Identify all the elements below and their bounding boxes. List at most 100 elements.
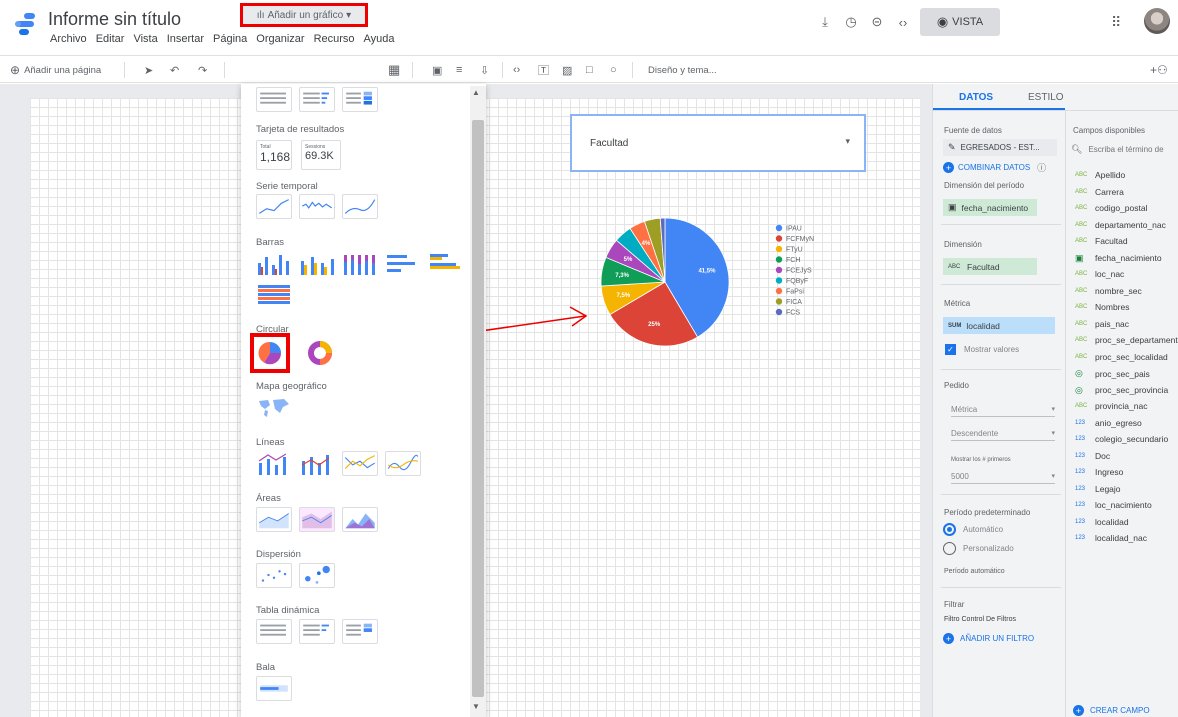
add-control-icon[interactable]: ▦ — [388, 61, 400, 79]
combo-chart-thumb[interactable] — [256, 451, 292, 476]
tab-style[interactable]: ESTILO — [1028, 92, 1064, 103]
grouped-bar-thumb[interactable] — [428, 251, 464, 276]
select-cursor-icon[interactable]: ➤ — [144, 61, 153, 79]
timeseries-thumb[interactable] — [256, 194, 292, 219]
field-item[interactable]: ABC departamento_nac — [1075, 220, 1166, 230]
order-direction-select[interactable]: Descendente ▾ — [951, 426, 1055, 441]
line-chart-thumb[interactable] — [342, 451, 378, 476]
field-search[interactable]: 🔍︎ — [1071, 141, 1178, 157]
area-chart-thumb[interactable] — [256, 507, 292, 532]
table-chart-thumb[interactable] — [256, 87, 292, 112]
data-studio-logo-icon[interactable] — [14, 11, 36, 37]
percent-area-thumb[interactable] — [342, 507, 378, 532]
scorecard-compact-thumb[interactable]: Sessions 69.3K — [301, 140, 341, 170]
field-item[interactable]: ABC Carrera — [1075, 187, 1124, 197]
tab-data[interactable]: DATOS — [959, 92, 993, 103]
filter-control[interactable]: Facultad ▾ — [570, 114, 866, 172]
sparkline-thumb[interactable] — [299, 194, 335, 219]
field-item[interactable]: 123 Doc — [1075, 451, 1110, 461]
scroll-up-icon[interactable]: ▲ — [472, 88, 480, 97]
stacked-column-thumb[interactable] — [342, 251, 378, 276]
field-item[interactable]: ABC Facultad — [1075, 236, 1128, 246]
stacked-bar-thumb[interactable] — [256, 282, 292, 307]
history-icon[interactable]: ◷ — [838, 12, 864, 32]
add-filter-button[interactable]: + AÑADIR UN FILTRO — [943, 633, 1034, 644]
combine-data-button[interactable]: + COMBINAR DATOS ⓘ — [943, 161, 1046, 174]
redo-icon[interactable]: ↷ — [198, 61, 207, 79]
field-item[interactable]: 123 anio_egreso — [1075, 418, 1142, 428]
circle-icon[interactable]: ○ — [610, 61, 617, 79]
order-metric-select[interactable]: Métrica ▾ — [951, 402, 1055, 417]
link-icon[interactable]: ⊝ — [864, 12, 890, 32]
menu-editar[interactable]: Editar — [96, 33, 125, 45]
download-icon[interactable]: ⤓ — [812, 12, 838, 32]
show-values-checkbox[interactable]: ✓ Mostrar valores — [945, 344, 1019, 355]
pivot-bars-thumb[interactable] — [299, 619, 335, 644]
avatar[interactable] — [1144, 8, 1170, 34]
data-control-icon[interactable]: ⇩ — [480, 61, 489, 79]
pivot-table-thumb[interactable] — [256, 619, 292, 644]
menu-insertar[interactable]: Insertar — [167, 33, 204, 45]
menu-archivo[interactable]: Archivo — [50, 33, 87, 45]
pie-chart-option[interactable] — [250, 333, 290, 373]
rectangle-icon[interactable]: □ — [586, 61, 593, 79]
url-embed-icon[interactable]: ‹› — [513, 61, 520, 79]
apps-grid-icon[interactable]: ⠿ — [1111, 14, 1121, 31]
field-item[interactable]: 123 Legajo — [1075, 484, 1121, 494]
field-item[interactable]: ▣ fecha_nacimiento — [1075, 253, 1162, 264]
smooth-line-thumb[interactable] — [385, 451, 421, 476]
stacked-combo-thumb[interactable] — [299, 451, 335, 476]
embed-icon[interactable]: ‹› — [890, 12, 916, 32]
table-bars-thumb[interactable] — [299, 87, 335, 112]
show-first-select[interactable]: 5000 ▾ — [951, 469, 1055, 484]
field-item[interactable]: ABC nombre_sec — [1075, 286, 1142, 296]
scroll-down-icon[interactable]: ▼ — [472, 702, 480, 711]
undo-icon[interactable]: ↶ — [170, 61, 179, 79]
report-title[interactable]: Informe sin título — [48, 9, 181, 30]
donut-chart-option[interactable] — [304, 337, 336, 369]
scatter-chart-thumb[interactable] — [256, 563, 292, 588]
field-item[interactable]: 123 localidad — [1075, 517, 1129, 527]
menu-vista[interactable]: Vista — [133, 33, 157, 45]
metric-chip[interactable]: SUM localidad — [943, 317, 1055, 334]
create-field-button[interactable]: + CREAR CAMPO — [1073, 705, 1150, 716]
bubble-chart-thumb[interactable] — [299, 563, 335, 588]
field-item[interactable]: ABC Apellido — [1075, 170, 1125, 180]
auto-radio[interactable]: Automático — [943, 523, 1003, 536]
add-person-icon[interactable]: +⚇ — [1150, 61, 1168, 79]
field-item[interactable]: ABC loc_nac — [1075, 269, 1124, 279]
menu-pagina[interactable]: Página — [213, 33, 247, 45]
field-item[interactable]: ABC pais_nac — [1075, 319, 1129, 329]
data-source-chip[interactable]: ✎ EGRESADOS - EST... — [943, 139, 1057, 156]
filter-control-icon[interactable]: ≡ — [456, 61, 462, 79]
field-item[interactable]: ABC proc_sec_localidad — [1075, 352, 1168, 362]
field-item[interactable]: ABC Nombres — [1075, 302, 1129, 312]
view-button[interactable]: ◉ VISTA — [920, 8, 1000, 36]
text-icon[interactable]: 🅃 — [538, 61, 549, 79]
add-chart-button[interactable]: ılı Añadir un gráfico ▾ — [240, 3, 368, 27]
field-item[interactable]: 123 colegio_secundario — [1075, 434, 1168, 444]
field-item[interactable]: ◎ proc_sec_pais — [1075, 368, 1150, 379]
column-chart-thumb[interactable] — [256, 251, 292, 276]
bullet-chart-thumb[interactable] — [256, 676, 292, 701]
custom-radio[interactable]: Personalizado — [943, 542, 1014, 555]
period-dimension-chip[interactable]: ▣ fecha_nacimiento — [943, 199, 1037, 216]
add-page-button[interactable]: ⊕ Añadir una página — [10, 61, 101, 79]
menu-recurso[interactable]: Recurso — [314, 33, 355, 45]
menu-organizar[interactable]: Organizar — [256, 33, 304, 45]
dimension-chip[interactable]: ABC Facultad — [943, 258, 1037, 275]
field-item[interactable]: ABC codigo_postal — [1075, 203, 1147, 213]
field-item[interactable]: 123 Ingreso — [1075, 467, 1123, 477]
field-item[interactable]: ABC provincia_nac — [1075, 401, 1147, 411]
field-item[interactable]: 123 loc_nacimiento — [1075, 500, 1152, 510]
scorecard-thumb[interactable]: Total 1,168 — [256, 140, 292, 170]
smooth-timeseries-thumb[interactable] — [342, 194, 378, 219]
pivot-heatmap-thumb[interactable] — [342, 619, 378, 644]
pie-chart[interactable]: 41,5% 25% 7,5% 7,3% 5% 4% IPAU FCFMyN FTyU FCH FCE… — [596, 195, 836, 375]
date-range-icon[interactable]: ▣ — [432, 61, 442, 79]
theme-button[interactable]: Diseño y tema... — [648, 61, 717, 79]
table-heatmap-thumb[interactable] — [342, 87, 378, 112]
stacked-area-thumb[interactable] — [299, 507, 335, 532]
field-search-input[interactable] — [1088, 144, 1178, 154]
image-icon[interactable]: ▨ — [562, 61, 572, 79]
